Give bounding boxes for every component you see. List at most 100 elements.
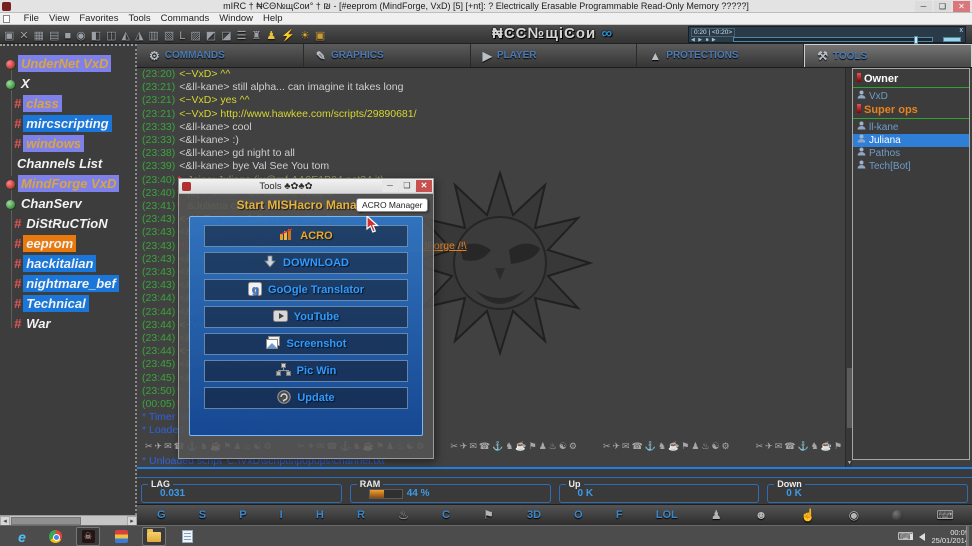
menu-item-help[interactable]: Help: [258, 13, 288, 25]
quick-command-f[interactable]: F: [616, 509, 623, 521]
sidebar-item-nightmare-bef[interactable]: #nightmare_bef: [0, 274, 137, 294]
youtube-button[interactable]: YouTube: [204, 306, 408, 328]
value-text: 0.031: [160, 485, 185, 503]
menu-item-file[interactable]: File: [19, 13, 44, 25]
taskbar-clock[interactable]: 00:0925/01/2014: [931, 529, 969, 545]
value-text: 0 K: [578, 485, 594, 503]
quick-command-g[interactable]: G: [157, 509, 166, 521]
menu-item-tools[interactable]: Tools: [123, 13, 155, 25]
google-translator-button[interactable]: gGoOgle Translator: [204, 279, 408, 301]
badge-icon[interactable]: ◉: [849, 508, 859, 522]
flame-icon[interactable]: ♨: [398, 508, 409, 522]
tree-label: X: [18, 75, 33, 92]
tab-tools[interactable]: ⚒TOOLS: [804, 44, 972, 67]
taskbar-mirc-skull-icon[interactable]: ☠: [76, 527, 100, 546]
message-input[interactable]: [137, 469, 972, 477]
sidebar-item-war[interactable]: #War: [0, 314, 137, 334]
sidebar-item-x[interactable]: X: [0, 74, 137, 94]
sidebar-item-channels-list[interactable]: Channels List: [0, 154, 137, 174]
sidebar-item-chanserv[interactable]: ChanServ: [0, 194, 137, 214]
mini-player[interactable]: 0:20 | <0:20> x ◀ ▶ ■ ▶: [688, 26, 966, 43]
menu-item-window[interactable]: Window: [214, 13, 258, 25]
sidebar-item-mindforge-vxd[interactable]: MindForge VxD: [0, 174, 137, 194]
bomb-icon[interactable]: [892, 510, 903, 521]
taskbar-internet-explorer-icon[interactable]: e: [10, 527, 34, 546]
tab-player[interactable]: ▶PLAYER: [471, 44, 638, 67]
dialog-maximize-button[interactable]: ❑: [399, 180, 415, 192]
quick-command-r[interactable]: R: [357, 509, 365, 521]
sidebar-item-eeprom[interactable]: #eeprom: [0, 234, 137, 254]
quick-command-i[interactable]: I: [280, 509, 283, 521]
sidebar-item-hackitalian[interactable]: #hackitalian: [0, 254, 137, 274]
player-volume-bar[interactable]: [943, 37, 961, 42]
player-progress-bar[interactable]: [733, 37, 933, 42]
keyboard-icon[interactable]: ⌨: [936, 508, 953, 522]
quick-command-lol[interactable]: LOL: [656, 509, 678, 521]
tab-commands[interactable]: ⚙COMMANDS: [137, 44, 304, 67]
show-desktop-button[interactable]: [966, 526, 969, 546]
nickname: Pathos: [869, 148, 900, 160]
scroll-down-icon[interactable]: ▼: [846, 459, 853, 467]
speaker-icon[interactable]: [919, 533, 925, 541]
dancer-icon[interactable]: ♟: [711, 508, 722, 522]
nick-vxd[interactable]: VxD: [853, 90, 969, 103]
player-progress-handle[interactable]: [914, 36, 918, 44]
sidebar-item-undernet-vxd[interactable]: UnderNet VxD: [0, 54, 137, 74]
editbox-tool-icons[interactable]: ✂✈✉☎⚓♞☕⚑♟♨☯⚙: [756, 441, 845, 451]
dialog-close-button[interactable]: ✕: [416, 180, 432, 192]
pic-win-button[interactable]: Pic Win: [204, 360, 408, 382]
menu-item-view[interactable]: View: [44, 13, 74, 25]
player-transport-controls[interactable]: ◀ ▶ ■ ▶: [691, 37, 717, 43]
download-button[interactable]: DOWNLOAD: [204, 252, 408, 274]
player-close-icon[interactable]: x: [960, 27, 964, 35]
tree-label: class: [23, 95, 62, 112]
status-group-lag: LAG0.031: [141, 484, 342, 503]
dialog-minimize-button[interactable]: ─: [382, 180, 398, 192]
chat-line: (23:21)<~VxD> yes ^^: [142, 94, 845, 107]
nick-ll-kane[interactable]: ll-kane: [853, 121, 969, 134]
restore-button[interactable]: ❑: [934, 1, 951, 12]
taskbar-file-explorer-icon[interactable]: [142, 527, 166, 546]
quick-command-o[interactable]: O: [574, 509, 583, 521]
minimize-button[interactable]: ─: [915, 1, 932, 12]
sidebar-item-distruction[interactable]: #DiStRuCTioN: [0, 214, 137, 234]
nick-pathos[interactable]: Pathos: [853, 147, 969, 160]
quick-command-c[interactable]: C: [442, 509, 450, 521]
tab-protections[interactable]: ▲PROTECTIONS: [637, 44, 804, 67]
channel-hash: #: [14, 316, 21, 331]
quick-command-s[interactable]: S: [199, 509, 206, 521]
screenshot-button[interactable]: Screenshot: [204, 333, 408, 355]
menu-item-commands[interactable]: Commands: [156, 13, 215, 25]
tab-graphics[interactable]: ✎GRAPHICS: [304, 44, 471, 67]
rank-icon: [857, 104, 861, 113]
close-button[interactable]: ✕: [953, 1, 970, 12]
button-label: ACRO: [300, 230, 332, 242]
taskbar-notepad-icon[interactable]: [175, 527, 199, 546]
nicklist-panel: OwnerVxDSuper opsll-kaneJulianaPathosTec…: [852, 68, 970, 460]
connection-statusbar: LAG0.031RAM44 %Up0 KDown0 K: [137, 477, 972, 504]
taskbar-chrome-icon[interactable]: [43, 527, 67, 546]
nick-juliana[interactable]: Juliana: [853, 134, 969, 147]
sidebar-item-mircscripting[interactable]: #mircscripting: [0, 114, 137, 134]
hand-icon[interactable]: ☝: [801, 508, 816, 522]
message-text: <&ll-kane> still alpha... can imagine it…: [179, 81, 403, 93]
quick-command-p[interactable]: P: [239, 509, 246, 521]
sidebar-item-windows[interactable]: #windows: [0, 134, 137, 154]
sidebar-item-technical[interactable]: #Technical: [0, 294, 137, 314]
smiley-icon[interactable]: ☻: [755, 508, 768, 522]
taskbar-archive-app-icon[interactable]: [109, 527, 133, 546]
menu-item-favorites[interactable]: Favorites: [74, 13, 123, 25]
sidebar-item-class[interactable]: #class: [0, 94, 137, 114]
chat-vscrollbar[interactable]: ▼: [845, 68, 852, 467]
button-label: Update: [297, 392, 334, 404]
editbox-tool-icons[interactable]: ✂✈✉☎⚓♞☕⚑♟♨☯⚙: [450, 441, 579, 451]
editbox-tool-icons[interactable]: ✂✈✉☎⚓♞☕⚑♟♨☯⚙: [603, 441, 732, 451]
quick-command-3d[interactable]: 3D: [527, 509, 541, 521]
update-button[interactable]: Update: [204, 387, 408, 409]
quick-command-h[interactable]: H: [316, 509, 324, 521]
flag-icon[interactable]: ⚑: [483, 508, 494, 522]
switchbar-hscrollbar[interactable]: ◂ ▸: [0, 515, 137, 525]
nick-tech-bot[interactable]: Tech[Bot]: [853, 160, 969, 173]
scroll-thumb[interactable]: [11, 517, 81, 525]
timestamp: (23:43): [142, 213, 175, 225]
